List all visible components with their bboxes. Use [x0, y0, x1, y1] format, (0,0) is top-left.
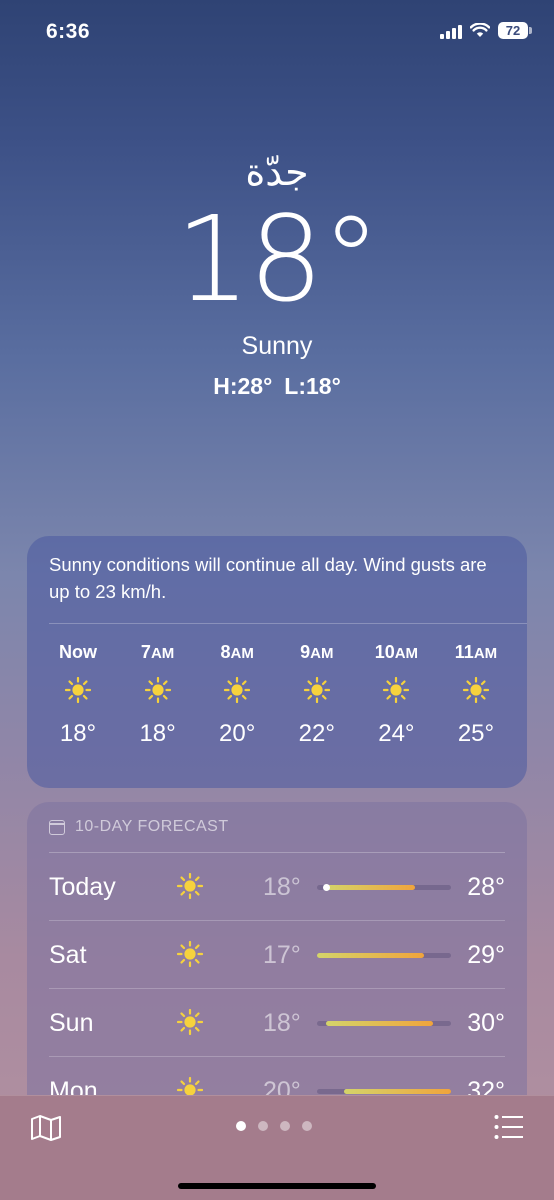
high-low: H:28° L:18°: [0, 373, 554, 400]
bottom-toolbar: [0, 1095, 554, 1200]
current-weather: جدّة 18° Sunny H:28° L:18°: [0, 150, 554, 400]
current-temp-dot: [322, 884, 330, 891]
forecast-list: Today 18° 28° Sat 17° 29° Sun 18° 30° Mo…: [27, 853, 527, 1125]
city-name: جدّة: [245, 150, 309, 194]
hour-label: 7AM: [140, 642, 175, 662]
hour-temperature: 25°: [457, 720, 495, 747]
sun-icon: [383, 676, 410, 704]
hour-temperature: 20°: [219, 720, 256, 747]
forecast-high: 28°: [467, 873, 505, 901]
sun-icon: [176, 1008, 204, 1036]
forecast-low: 17°: [263, 941, 301, 969]
hour-label: Now: [59, 642, 97, 662]
forecast-high: 29°: [467, 941, 505, 969]
hour-item: 7AM 18°: [129, 642, 187, 748]
map-icon[interactable]: [30, 1114, 62, 1142]
current-condition: Sunny: [241, 332, 313, 360]
hour-temperature: 18°: [59, 720, 97, 747]
sun-icon: [64, 676, 92, 704]
list-icon[interactable]: [494, 1114, 524, 1140]
page-dot[interactable]: [302, 1121, 312, 1131]
hour-temperature: 24°: [378, 720, 415, 747]
hour-label: 8AM: [220, 642, 254, 662]
high-temperature: H:28°: [213, 373, 273, 399]
hour-item: 9AM 22°: [288, 642, 346, 748]
forecast-day: Sat: [49, 941, 87, 969]
status-icons: 72: [440, 22, 532, 39]
page-dot[interactable]: [236, 1121, 246, 1131]
sun-icon: [176, 872, 204, 900]
temperature-range-fill: [317, 953, 425, 958]
hour-temperature: 18°: [139, 720, 176, 747]
hour-label: 9AM: [300, 642, 334, 662]
sun-icon: [144, 676, 171, 704]
battery-icon: 72: [498, 22, 532, 39]
calendar-icon: [49, 819, 65, 835]
forecast-row[interactable]: Sat 17° 29°: [49, 921, 505, 989]
hourly-forecast-card[interactable]: Sunny conditions will continue all day. …: [27, 536, 527, 788]
temperature-range-bar: [317, 1089, 451, 1094]
forecast-title: 10-DAY FORECAST: [75, 818, 229, 835]
temperature-range-bar: [317, 884, 451, 891]
status-time: 6:36: [46, 20, 91, 43]
hour-item: 10AM 24°: [367, 642, 425, 748]
hour-item: Now 18°: [49, 642, 107, 748]
forecast-day: Sun: [49, 1009, 94, 1037]
sun-icon: [303, 676, 330, 704]
forecast-low: 18°: [263, 873, 301, 901]
forecast-row[interactable]: Today 18° 28°: [49, 853, 505, 921]
page-dot[interactable]: [280, 1121, 290, 1131]
forecast-header: 10-DAY FORECAST: [27, 802, 527, 836]
hour-label: 11AM: [454, 642, 498, 662]
temperature-range-bar: [317, 1021, 451, 1026]
page-dot[interactable]: [258, 1121, 268, 1131]
current-temperature: 18°: [175, 190, 380, 328]
home-indicator[interactable]: [178, 1183, 376, 1189]
ten-day-forecast-card[interactable]: 10-DAY FORECAST Today 18° 28° Sat 17° 29…: [27, 802, 527, 1142]
hourly-list[interactable]: Now 18° 7AM 18° 8AM 20° 9AM 22° 10AM 24°…: [27, 624, 527, 748]
temperature-range-fill: [325, 885, 416, 890]
wifi-icon: [470, 23, 490, 37]
forecast-day: Today: [49, 873, 116, 901]
hour-temperature: 22°: [298, 720, 335, 747]
low-temperature: L:18°: [284, 373, 341, 399]
temperature-range-fill: [325, 1021, 434, 1026]
forecast-row[interactable]: Sun 18° 30°: [49, 989, 505, 1057]
temperature-range-fill: [343, 1089, 451, 1094]
sun-icon: [462, 676, 490, 704]
cellular-signal-icon: [440, 23, 462, 39]
page-indicator[interactable]: [236, 1121, 312, 1131]
sun-icon: [176, 940, 204, 968]
hour-item: 11AM 25°: [447, 642, 505, 748]
hour-label: 10AM: [374, 642, 419, 662]
sun-icon: [224, 676, 251, 704]
hour-item: 8AM 20°: [208, 642, 266, 748]
forecast-low: 18°: [263, 1009, 301, 1037]
status-bar: 6:36 72: [0, 0, 554, 64]
temperature-range-bar: [317, 953, 451, 958]
forecast-high: 30°: [467, 1009, 505, 1037]
weather-summary: Sunny conditions will continue all day. …: [49, 554, 487, 602]
